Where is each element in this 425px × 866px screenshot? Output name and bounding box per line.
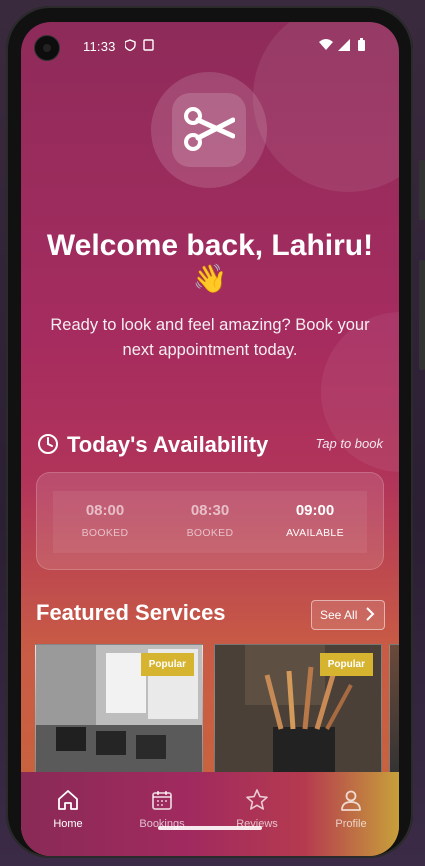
wave-emoji: 👋 bbox=[192, 263, 228, 294]
bottom-navigation: Home Bookings Reviews Profile bbox=[21, 772, 399, 856]
shield-icon bbox=[124, 39, 154, 52]
slot-status: AVAILABLE bbox=[286, 527, 344, 539]
featured-services-title: Featured Services bbox=[36, 600, 226, 625]
nav-profile[interactable]: Profile bbox=[313, 788, 389, 830]
user-icon bbox=[341, 790, 361, 811]
slot-time: 08:30 bbox=[190, 502, 230, 519]
welcome-subtitle: Ready to look and feel amazing? Book you… bbox=[50, 316, 370, 359]
service-card-makeup[interactable]: Popular bbox=[214, 644, 382, 776]
popular-badge: Popular bbox=[140, 653, 194, 676]
chevron-right-icon bbox=[366, 607, 375, 621]
time-slot-0900[interactable]: 09:00 AVAILABLE bbox=[263, 491, 367, 553]
scissors-icon bbox=[184, 107, 235, 151]
status-notification-icons bbox=[124, 39, 155, 54]
availability-card: 08:00 BOOKED 08:30 BOOKED 09:00 AVAILABL… bbox=[36, 472, 384, 570]
calendar-icon bbox=[152, 791, 172, 810]
see-all-button[interactable]: See All bbox=[311, 600, 385, 630]
wifi-signal-battery-icon bbox=[319, 38, 365, 51]
time-slots-row: 08:00 BOOKED 08:30 BOOKED 09:00 AVAILABL… bbox=[53, 491, 367, 553]
star-icon bbox=[246, 789, 268, 810]
clock-icon bbox=[38, 434, 58, 454]
slot-time: 08:00 bbox=[85, 502, 125, 519]
nav-home[interactable]: Home bbox=[30, 788, 106, 830]
salon-logo bbox=[151, 72, 267, 188]
popular-badge: Popular bbox=[319, 653, 373, 676]
availability-title: Today's Availability bbox=[67, 432, 269, 457]
status-system-icons bbox=[319, 38, 371, 57]
service-card-salon[interactable]: Popular bbox=[35, 644, 203, 776]
service-card-partial[interactable] bbox=[389, 644, 399, 776]
tap-to-book-link[interactable]: Tap to book bbox=[316, 436, 383, 451]
app-screen: 11:33 Welcome back, Lahiru! 👋 Ready to l… bbox=[21, 22, 399, 856]
time-slot-0800[interactable]: 08:00 BOOKED bbox=[53, 491, 157, 553]
slot-status: BOOKED bbox=[81, 527, 129, 539]
status-bar: 11:33 bbox=[21, 22, 399, 70]
slot-status: BOOKED bbox=[186, 527, 234, 539]
see-all-label: See All bbox=[320, 608, 358, 622]
camera-hole bbox=[34, 35, 60, 61]
power-button bbox=[419, 160, 425, 220]
volume-button bbox=[419, 260, 425, 370]
welcome-title: Welcome back, Lahiru! bbox=[46, 229, 374, 262]
status-time: 11:33 bbox=[83, 39, 116, 54]
home-icon bbox=[58, 790, 78, 810]
home-gesture-indicator[interactable] bbox=[158, 826, 262, 830]
nav-label: Home bbox=[53, 818, 83, 830]
time-slot-0830[interactable]: 08:30 BOOKED bbox=[158, 491, 262, 553]
nav-label: Profile bbox=[335, 818, 367, 830]
slot-time: 09:00 bbox=[295, 502, 335, 519]
nav-bookings[interactable]: Bookings bbox=[124, 788, 200, 830]
nav-reviews[interactable]: Reviews bbox=[219, 788, 295, 830]
